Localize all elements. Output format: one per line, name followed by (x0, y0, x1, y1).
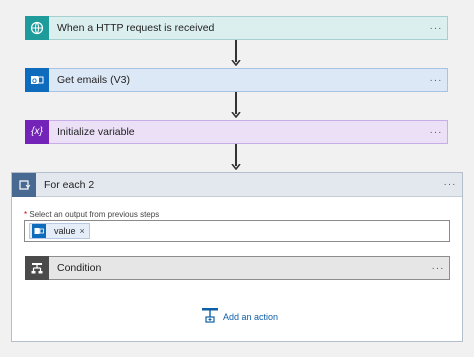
remove-token-icon[interactable]: × (80, 226, 85, 236)
required-marker: * (24, 210, 28, 219)
svg-text:O: O (32, 79, 37, 85)
select-output-field[interactable]: value × (24, 220, 450, 242)
condition-step[interactable]: Condition ··· (25, 255, 450, 280)
connector-line (235, 92, 237, 114)
foreach-header[interactable]: For each 2 ··· (12, 172, 462, 197)
step-label: Get emails (V3) (57, 74, 130, 86)
connector-line (235, 40, 237, 62)
more-options-icon[interactable]: ··· (425, 127, 447, 138)
step-initialize-variable[interactable]: {x} Initialize variable ··· (25, 119, 448, 144)
more-options-icon[interactable]: ··· (427, 263, 449, 274)
connector-arrow-icon (231, 112, 241, 118)
outlook-icon (32, 224, 46, 238)
foreach-label: For each 2 (44, 178, 95, 191)
connector-arrow-icon (231, 164, 241, 170)
condition-icon (25, 255, 49, 280)
add-action-button[interactable]: Add an action (201, 307, 278, 326)
connector-arrow-icon (231, 60, 241, 66)
value-token[interactable]: value × (29, 223, 90, 239)
token-label: value (54, 226, 76, 236)
add-action-icon (201, 307, 219, 326)
foreach-container: For each 2 ··· * Select an output from p… (11, 172, 463, 342)
step-label: When a HTTP request is received (57, 22, 215, 34)
more-options-icon[interactable]: ··· (425, 23, 447, 34)
more-options-icon[interactable]: ··· (425, 75, 447, 86)
select-output-text: Select an output from previous steps (29, 210, 160, 219)
step-http-request[interactable]: When a HTTP request is received ··· (25, 15, 448, 40)
more-options-icon[interactable]: ··· (438, 179, 462, 190)
select-output-label: * Select an output from previous steps (24, 210, 159, 219)
outlook-icon: O (25, 67, 49, 92)
add-action-label: Add an action (223, 311, 279, 322)
step-get-emails[interactable]: O Get emails (V3) ··· (25, 67, 448, 92)
variable-icon: {x} (25, 119, 49, 144)
loop-icon (12, 172, 36, 197)
condition-label: Condition (57, 262, 102, 274)
step-label: Initialize variable (57, 126, 135, 138)
http-request-icon (25, 15, 49, 40)
connector-line (235, 144, 237, 166)
